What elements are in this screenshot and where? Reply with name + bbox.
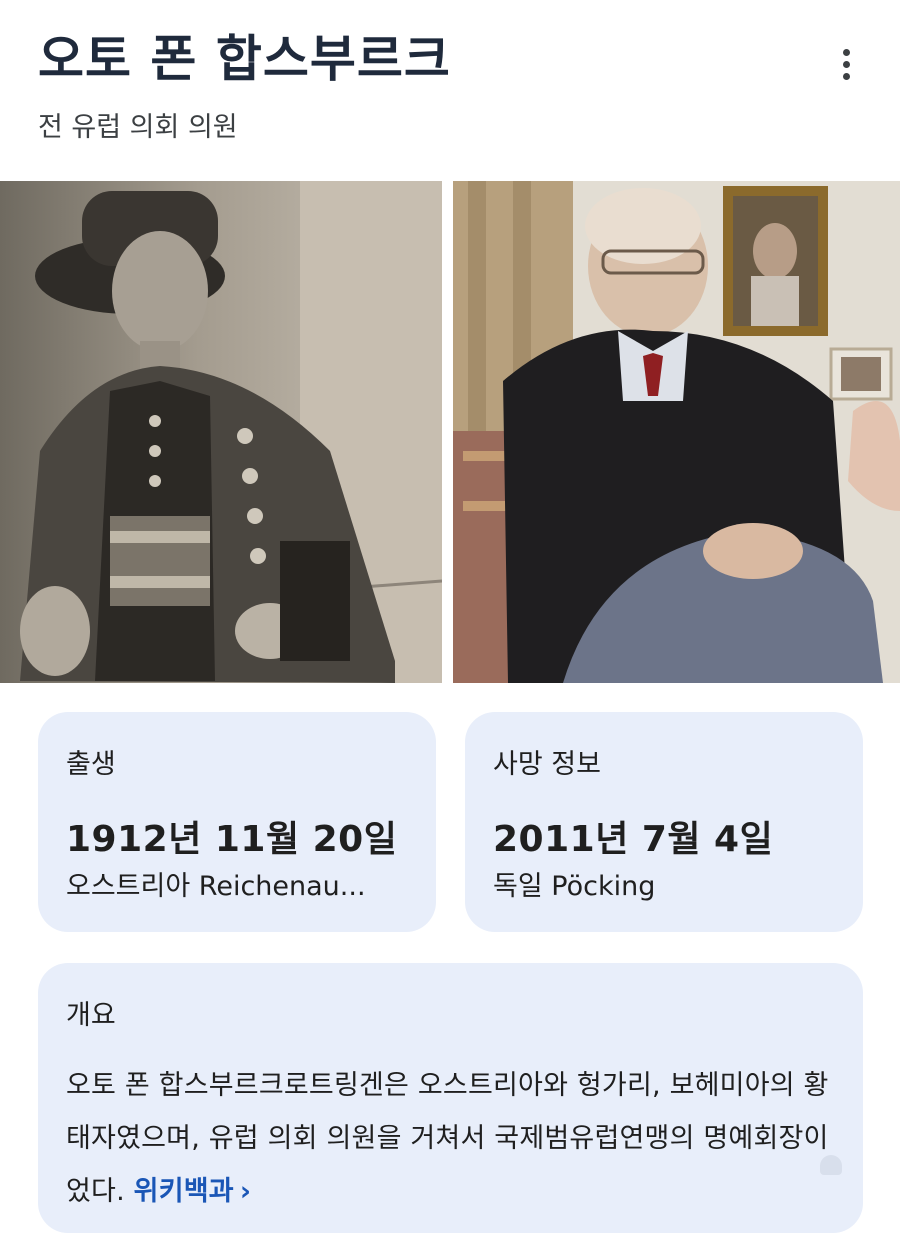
overview-label: 개요 (66, 1000, 116, 1031)
wikipedia-link-label: 위키백과 (133, 1176, 234, 1207)
more-vert-icon-dot (842, 60, 850, 68)
birth-label: 출생 (66, 749, 116, 780)
birth-date: 1912년 11월 20일 (66, 819, 398, 860)
entity-subtitle: 전 유럽 의회 의원 (38, 112, 238, 143)
knowledge-panel-header: 오토 폰 합스부르크 전 유럽 의회 의원 (38, 22, 900, 146)
birth-place: 오스트리아 Reichenau... (66, 871, 366, 902)
death-info-card[interactable]: 사망 정보 2011년 7월 4일 독일 Pöcking (465, 712, 863, 932)
photo-strip (0, 181, 900, 683)
entity-title: 오토 폰 합스부르크 (38, 30, 451, 88)
young-portrait-image (0, 181, 442, 683)
more-vert-icon-dot (842, 72, 850, 80)
more-vert-icon (842, 48, 850, 56)
death-place: 독일 Pöcking (493, 871, 656, 902)
wikipedia-link[interactable]: 위키백과 › (134, 1176, 252, 1207)
birth-info-card[interactable]: 출생 1912년 11월 20일 오스트리아 Reichenau... (38, 712, 436, 932)
elderly-portrait-image (453, 181, 900, 683)
overview-card: 개요 오토 폰 합스부르크로트링겐은 오스트리아와 헝가리, 보헤미아의 황태자… (38, 963, 863, 1233)
overview-text-block: 오토 폰 합스부르크로트링겐은 오스트리아와 헝가리, 보헤미아의 황태자였으며… (66, 1059, 838, 1218)
photo-young-portrait[interactable] (0, 181, 442, 683)
death-date: 2011년 7월 4일 (493, 819, 774, 860)
photo-elderly-portrait[interactable] (453, 181, 900, 683)
death-label: 사망 정보 (493, 749, 601, 780)
scroll-indicator (820, 1155, 842, 1175)
chevron-right-icon: › (239, 1176, 252, 1207)
more-options-button[interactable] (826, 40, 866, 88)
